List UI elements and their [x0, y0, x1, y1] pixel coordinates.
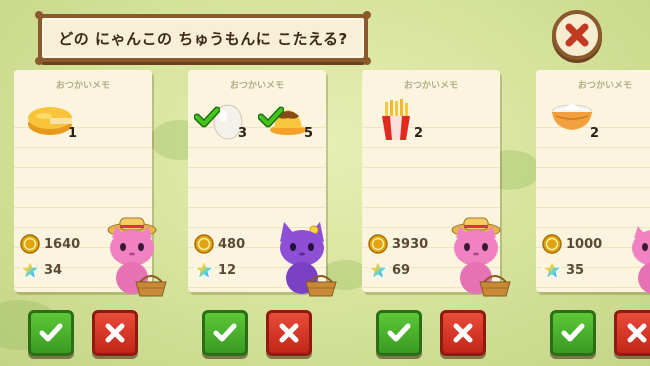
- item-quantity: 3: [238, 126, 248, 141]
- order-card-4[interactable]: おつかいメモ 2 1000 35: [536, 70, 650, 294]
- reject-button[interactable]: [92, 310, 138, 356]
- accept-button[interactable]: [376, 310, 422, 356]
- memo-title: おつかいメモ: [55, 81, 110, 91]
- rainbow-star-icon: [194, 260, 214, 280]
- coin-icon: [542, 234, 562, 254]
- coin-value: 1640: [44, 236, 81, 252]
- accept-button[interactable]: [550, 310, 596, 356]
- check-icon: [561, 323, 585, 342]
- star-value: 69: [392, 262, 411, 278]
- reject-button[interactable]: [440, 310, 486, 356]
- star-value: 12: [218, 262, 237, 278]
- banner-rivet: [363, 11, 371, 19]
- rainbow-star-icon: [368, 260, 388, 280]
- memo-title: おつかいメモ: [403, 81, 458, 91]
- banner-rivet: [35, 57, 43, 65]
- coin-value: 3930: [392, 236, 429, 252]
- customer-cat: [104, 212, 174, 302]
- coin-stat: 3930: [368, 234, 428, 254]
- order-card-2[interactable]: おつかいメモ 3 5 480 12: [188, 70, 337, 297]
- reject-button[interactable]: [266, 310, 312, 356]
- header-title: どの にゃんこの ちゅうもんに こたえる?: [58, 29, 348, 48]
- header-banner: どの にゃんこの ちゅうもんに こたえる?: [35, 11, 371, 65]
- item-quantity: 2: [414, 126, 424, 141]
- coin-stat: 1640: [20, 234, 80, 254]
- coin-icon: [368, 234, 388, 254]
- star-stat: 35: [542, 260, 584, 280]
- star-stat: 34: [20, 260, 62, 280]
- coin-stat: 480: [194, 234, 245, 254]
- coin-value: 1000: [566, 236, 603, 252]
- close-x-icon: [627, 323, 646, 343]
- close-x-icon: [453, 323, 473, 343]
- item-quantity: 2: [590, 126, 600, 141]
- memo-title: おつかいメモ: [229, 81, 284, 91]
- close-x-icon: [105, 323, 125, 343]
- accept-button[interactable]: [28, 310, 74, 356]
- coin-icon: [194, 234, 214, 254]
- item-quantity: 5: [304, 126, 314, 141]
- check-icon: [213, 323, 237, 342]
- rainbow-star-icon: [20, 260, 40, 280]
- customer-cat: [626, 212, 650, 302]
- order-card-3[interactable]: おつかいメモ 2 3930 69: [362, 70, 511, 297]
- accept-button[interactable]: [202, 310, 248, 356]
- banner-rivet: [35, 11, 43, 19]
- star-stat: 12: [194, 260, 236, 280]
- customer-cat: [274, 212, 344, 302]
- reject-button[interactable]: [614, 310, 650, 356]
- order-card-1[interactable]: おつかいメモ 1 1640 34: [14, 70, 167, 297]
- check-icon: [258, 106, 284, 128]
- fries-icon: [376, 98, 416, 146]
- flour-bowl-icon: [550, 98, 594, 138]
- check-icon: [39, 323, 63, 342]
- customer-cat: [448, 212, 518, 302]
- coin-stat: 1000: [542, 234, 602, 254]
- check-icon: [194, 106, 220, 128]
- coin-value: 480: [218, 236, 246, 252]
- star-stat: 69: [368, 260, 410, 280]
- rainbow-star-icon: [542, 260, 562, 280]
- banner-rivet: [363, 57, 371, 65]
- star-value: 34: [44, 262, 63, 278]
- close-x-icon: [565, 23, 589, 47]
- check-icon: [387, 323, 411, 342]
- close-button[interactable]: [552, 10, 602, 60]
- memo-title: おつかいメモ: [577, 81, 632, 91]
- coin-icon: [20, 234, 40, 254]
- close-x-icon: [279, 323, 299, 343]
- star-value: 35: [566, 262, 585, 278]
- item-quantity: 1: [68, 126, 78, 141]
